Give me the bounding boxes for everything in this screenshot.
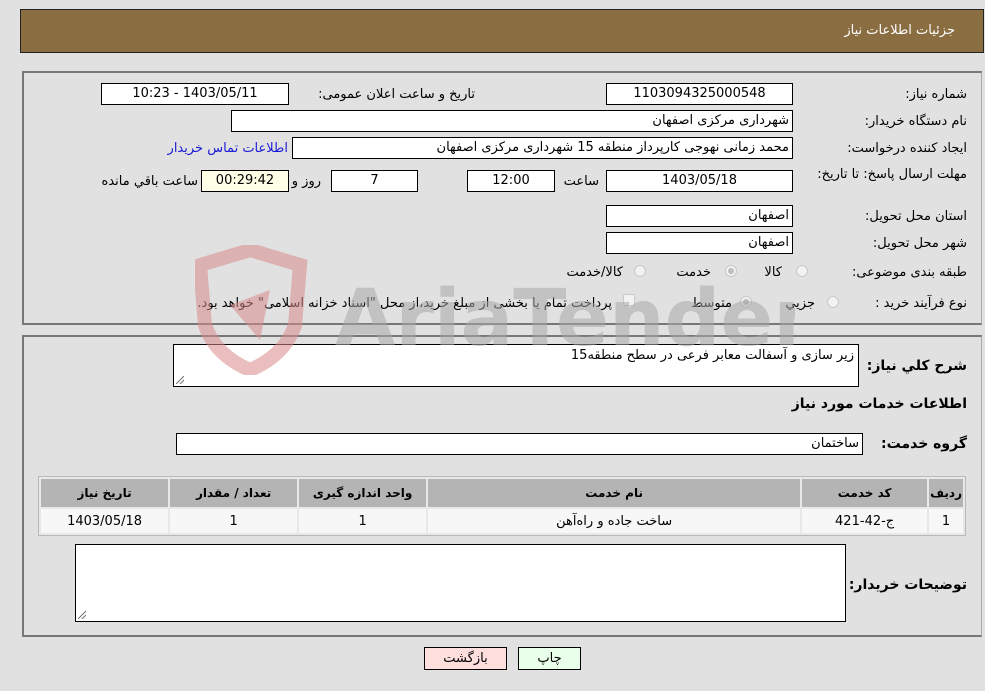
cell-unit: 1 — [299, 509, 427, 533]
need-number-label: شماره نیاز: — [905, 87, 967, 102]
remaining-time-field: 00:29:42 — [201, 170, 289, 192]
category-option-service: خدمت — [676, 265, 711, 280]
treasury-note: پرداخت تمام یا بخشی از مبلغ خرید،از محل … — [197, 296, 612, 311]
announce-datetime-field: 1403/05/11 - 10:23 — [101, 83, 289, 105]
description-text: زیر سازی و آسفالت معابر فرعی در سطح منطق… — [570, 348, 854, 363]
category-option-goods: کالا — [764, 265, 782, 280]
category-radio-goods-service[interactable] — [634, 265, 646, 277]
remaining-time-label: ساعت باقي مانده — [101, 174, 198, 189]
col-header-service-code: کد خدمت — [802, 479, 928, 507]
city-label: شهر محل تحویل: — [872, 236, 967, 251]
print-button[interactable]: چاپ — [518, 647, 581, 670]
remaining-days-field: 7 — [331, 170, 418, 192]
col-header-quantity: تعداد / مقدار — [170, 479, 298, 507]
buyer-org-label: نام دستگاه خریدار: — [864, 114, 967, 129]
col-header-unit: واحد اندازه گیری — [299, 479, 427, 507]
cell-need-date: 1403/05/18 — [41, 509, 169, 533]
table-row: 1 ج-42-421 ساخت جاده و راه‌آهن 1 1 1403/… — [41, 509, 963, 533]
need-number-field: 1103094325000548 — [606, 83, 793, 105]
buyer-contact-link[interactable]: اطلاعات تماس خریدار — [168, 141, 288, 156]
days-label: روز و — [291, 174, 321, 189]
city-field: اصفهان — [606, 232, 793, 254]
category-radio-service[interactable] — [725, 265, 737, 277]
back-button[interactable]: بازگشت — [424, 647, 507, 670]
treasury-checkbox[interactable] — [623, 294, 635, 306]
page-title: جزئیات اطلاعات نیاز — [844, 23, 955, 38]
buyer-org-field: شهرداری مرکزی اصفهان — [231, 110, 793, 132]
service-group-field: ساختمان — [176, 433, 863, 455]
purchase-type-radio-medium[interactable] — [740, 296, 752, 308]
services-section-title: اطلاعات خدمات مورد نیاز — [791, 396, 967, 412]
purchase-type-radio-minor[interactable] — [827, 296, 839, 308]
page-header: جزئیات اطلاعات نیاز — [20, 9, 984, 53]
description-textarea[interactable]: زیر سازی و آسفالت معابر فرعی در سطح منطق… — [173, 344, 859, 387]
col-header-service-name: نام خدمت — [428, 479, 801, 507]
cell-service-name: ساخت جاده و راه‌آهن — [428, 509, 801, 533]
purchase-type-option-medium: متوسط — [691, 296, 732, 311]
services-table: ردیف کد خدمت نام خدمت واحد اندازه گیری ت… — [38, 476, 966, 536]
category-option-goods-service: کالا/خدمت — [566, 265, 623, 280]
resize-grip-icon[interactable] — [176, 376, 184, 384]
province-label: استان محل تحویل: — [865, 209, 967, 224]
deadline-label: مهلت ارسال پاسخ: تا تاریخ: — [817, 167, 967, 182]
announce-datetime-label: تاریخ و ساعت اعلان عمومی: — [318, 87, 475, 102]
cell-row-number: 1 — [929, 509, 963, 533]
col-header-row-number: ردیف — [929, 479, 963, 507]
cell-quantity: 1 — [170, 509, 298, 533]
resize-grip-icon[interactable] — [78, 611, 86, 619]
table-header-row: ردیف کد خدمت نام خدمت واحد اندازه گیری ت… — [41, 479, 963, 507]
buyer-notes-label: توضیحات خریدار: — [848, 577, 967, 593]
cell-service-code: ج-42-421 — [802, 509, 928, 533]
province-field: اصفهان — [606, 205, 793, 227]
service-group-label: گروه خدمت: — [881, 436, 967, 452]
purchase-type-option-minor: جزيي — [785, 296, 815, 311]
deadline-date-field: 1403/05/18 — [606, 170, 793, 192]
description-label: شرح کلي نياز: — [866, 358, 967, 374]
buyer-notes-textarea[interactable] — [75, 544, 846, 622]
purchase-type-label: نوع فرآیند خرید : — [875, 296, 967, 311]
deadline-time-field: 12:00 — [467, 170, 555, 192]
requester-label: ایجاد کننده درخواست: — [847, 141, 967, 156]
col-header-need-date: تاریخ نیاز — [41, 479, 169, 507]
deadline-time-label: ساعت — [563, 174, 599, 189]
category-radio-goods[interactable] — [796, 265, 808, 277]
category-label: طبقه بندی موضوعی: — [851, 265, 967, 280]
requester-field: محمد زمانی نهوجی کارپرداز منطقه 15 شهردا… — [292, 137, 793, 159]
